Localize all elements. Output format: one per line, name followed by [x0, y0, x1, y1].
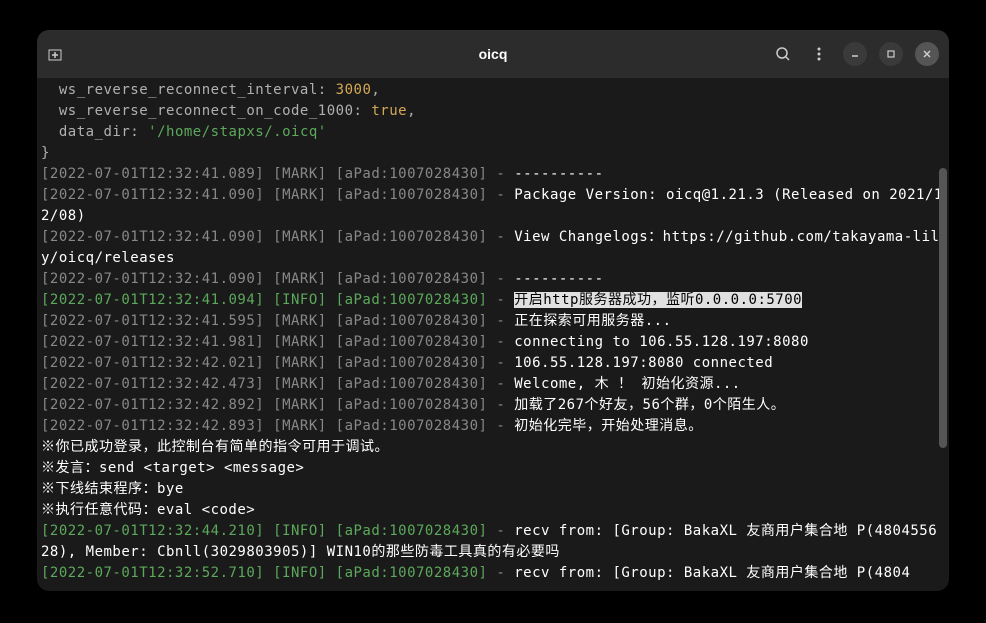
log-line: [2022-07-01T12:32:42.021] [MARK] [aPad:1… — [41, 353, 945, 374]
titlebar-left — [47, 46, 63, 62]
config-line: ws_reverse_reconnect_on_code_1000: true, — [41, 101, 945, 122]
minimize-button[interactable] — [843, 42, 867, 66]
log-line: [2022-07-01T12:32:41.090] [MARK] [aPad:1… — [41, 227, 945, 269]
config-line: ws_reverse_reconnect_interval: 3000, — [41, 80, 945, 101]
log-line: [2022-07-01T12:32:41.981] [MARK] [aPad:1… — [41, 332, 945, 353]
titlebar: oicq — [37, 30, 949, 78]
help-line: ※执行任意代码：eval <code> — [41, 500, 945, 521]
menu-icon[interactable] — [807, 42, 831, 66]
log-line: [2022-07-01T12:32:42.893] [MARK] [aPad:1… — [41, 416, 945, 437]
config-brace: } — [41, 143, 945, 164]
log-line: [2022-07-01T12:32:42.473] [MARK] [aPad:1… — [41, 374, 945, 395]
close-button[interactable] — [915, 42, 939, 66]
config-line: data_dir: '/home/stapxs/.oicq' — [41, 122, 945, 143]
log-line: [2022-07-01T12:32:42.892] [MARK] [aPad:1… — [41, 395, 945, 416]
maximize-button[interactable] — [879, 42, 903, 66]
help-line: ※下线结束程序：bye — [41, 479, 945, 500]
log-line: [2022-07-01T12:32:52.710] [INFO] [aPad:1… — [41, 563, 945, 584]
log-line: [2022-07-01T12:32:41.090] [MARK] [aPad:1… — [41, 269, 945, 290]
new-tab-icon[interactable] — [47, 46, 63, 62]
window-title: oicq — [479, 46, 508, 62]
terminal-content[interactable]: ws_reverse_reconnect_interval: 3000, ws_… — [37, 78, 949, 591]
log-line: [2022-07-01T12:32:41.094] [INFO] [aPad:1… — [41, 290, 945, 311]
help-line: ※你已成功登录，此控制台有简单的指令可用于调试。 — [41, 437, 945, 458]
search-icon[interactable] — [771, 42, 795, 66]
help-line: ※发言：send <target> <message> — [41, 458, 945, 479]
scrollbar[interactable] — [939, 168, 947, 448]
log-line: [2022-07-01T12:32:41.090] [MARK] [aPad:1… — [41, 185, 945, 227]
titlebar-right — [771, 42, 939, 66]
log-line: [2022-07-01T12:32:41.089] [MARK] [aPad:1… — [41, 164, 945, 185]
terminal-window: oicq ws_reverse_reconnect_interval: 3000… — [37, 30, 949, 591]
trailing-log-area: [2022-07-01T12:32:44.210] [INFO] [aPad:1… — [41, 521, 945, 584]
log-line: [2022-07-01T12:32:44.210] [INFO] [aPad:1… — [41, 521, 945, 563]
log-line: [2022-07-01T12:32:41.595] [MARK] [aPad:1… — [41, 311, 945, 332]
log-area: [2022-07-01T12:32:41.089] [MARK] [aPad:1… — [41, 164, 945, 437]
